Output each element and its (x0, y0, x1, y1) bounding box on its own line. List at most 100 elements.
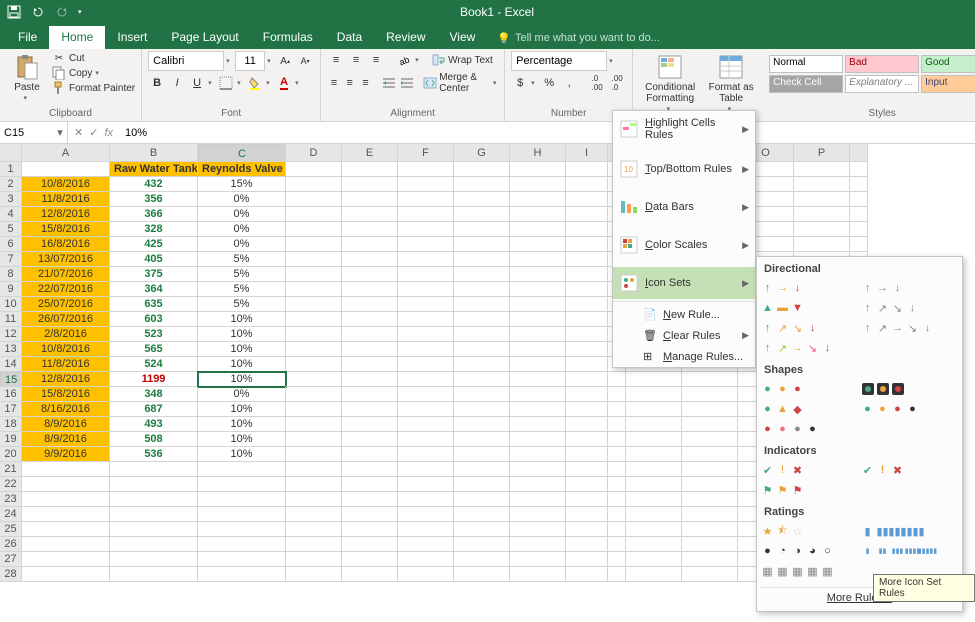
cell[interactable] (286, 297, 342, 312)
cell[interactable] (850, 237, 868, 252)
cell[interactable]: 635 (110, 297, 198, 312)
cell[interactable] (398, 162, 454, 177)
cell[interactable] (110, 552, 198, 567)
cell[interactable] (454, 522, 510, 537)
cell[interactable]: 9/9/2016 (22, 447, 110, 462)
cell[interactable] (286, 462, 342, 477)
cell[interactable]: 565 (110, 342, 198, 357)
iconset-3-traffic-lights[interactable]: ●●● (760, 380, 854, 398)
row-header[interactable]: 17 (0, 402, 22, 417)
cell[interactable]: 366 (110, 207, 198, 222)
underline-button[interactable]: U (188, 74, 206, 92)
select-all-corner[interactable] (0, 144, 22, 162)
cell[interactable] (398, 192, 454, 207)
conditional-formatting-button[interactable]: Conditional Formatting▾ (639, 51, 701, 113)
style-cell-input[interactable]: Input (921, 75, 975, 93)
cell[interactable]: 15/8/2016 (22, 222, 110, 237)
italic-button[interactable]: I (168, 74, 186, 92)
fx-icon[interactable]: fx (104, 127, 113, 139)
cell[interactable]: 8/9/2016 (22, 417, 110, 432)
cf-item-highlight-cells-rules[interactable]: Highlight Cells Rules▶ (613, 111, 755, 147)
cell[interactable] (454, 432, 510, 447)
cell[interactable]: 432 (110, 177, 198, 192)
cell[interactable] (510, 207, 566, 222)
cell[interactable] (510, 492, 566, 507)
cell[interactable] (510, 252, 566, 267)
cell[interactable] (510, 177, 566, 192)
shrink-font-icon[interactable]: A▾ (296, 52, 314, 70)
cell[interactable]: 10% (198, 357, 286, 372)
cell[interactable]: 25/07/2016 (22, 297, 110, 312)
cell[interactable] (566, 327, 608, 342)
cell[interactable] (454, 402, 510, 417)
col-header-F[interactable]: F (398, 144, 454, 162)
cell[interactable] (398, 222, 454, 237)
cell[interactable] (22, 162, 110, 177)
iconset-3-symbols[interactable]: ✔!✖ (860, 461, 954, 479)
cell[interactable] (286, 447, 342, 462)
inc-indent-icon[interactable] (399, 74, 415, 92)
cell[interactable]: 5% (198, 297, 286, 312)
cell[interactable] (342, 192, 398, 207)
col-header-H[interactable]: H (510, 144, 566, 162)
tab-file[interactable]: File (6, 26, 49, 49)
cell[interactable] (22, 492, 110, 507)
row-header[interactable]: 9 (0, 282, 22, 297)
cell[interactable] (608, 537, 626, 552)
cell[interactable] (566, 177, 608, 192)
cell[interactable] (510, 372, 566, 387)
cell[interactable] (454, 327, 510, 342)
row-header[interactable]: 22 (0, 477, 22, 492)
cell[interactable] (342, 537, 398, 552)
row-header[interactable]: 24 (0, 507, 22, 522)
cell[interactable]: 523 (110, 327, 198, 342)
row-header[interactable]: 25 (0, 522, 22, 537)
cell[interactable] (398, 282, 454, 297)
cf-sub-new-rule-[interactable]: 📄New Rule... (613, 304, 755, 325)
number-format-input[interactable] (511, 51, 607, 71)
cell[interactable] (626, 477, 682, 492)
cell[interactable] (510, 387, 566, 402)
iconset-3-arrows-colored[interactable]: ↑→↓ (760, 279, 854, 297)
row-header[interactable]: 23 (0, 492, 22, 507)
cell[interactable] (342, 522, 398, 537)
cell[interactable] (286, 417, 342, 432)
cell[interactable] (682, 402, 738, 417)
cell[interactable] (510, 552, 566, 567)
cell[interactable] (198, 537, 286, 552)
cell[interactable] (510, 417, 566, 432)
percent-button[interactable]: % (540, 74, 558, 92)
cell[interactable]: 10% (198, 402, 286, 417)
formula-input[interactable] (119, 127, 975, 139)
cell[interactable] (566, 552, 608, 567)
cell[interactable] (626, 417, 682, 432)
row-header[interactable]: 12 (0, 327, 22, 342)
style-cell-normal[interactable]: Normal (769, 55, 843, 73)
cell[interactable] (850, 207, 868, 222)
iconset-4-arrows-gray[interactable]: ↑↗↘↓ (860, 299, 954, 317)
cell[interactable]: 1199 (110, 372, 198, 387)
row-header[interactable]: 11 (0, 312, 22, 327)
cell[interactable] (342, 162, 398, 177)
cell[interactable] (198, 477, 286, 492)
cell[interactable] (342, 447, 398, 462)
iconset-4-red-to-black[interactable]: ●●●● (760, 420, 854, 438)
qat-dropdown-icon[interactable]: ▾ (78, 8, 85, 16)
cell[interactable] (398, 522, 454, 537)
cell[interactable] (566, 297, 608, 312)
row-header[interactable]: 7 (0, 252, 22, 267)
cell[interactable] (566, 537, 608, 552)
cf-sub-clear-rules[interactable]: 🗑Clear Rules▶ (613, 325, 755, 346)
tab-view[interactable]: View (438, 26, 488, 49)
iconset-3-stars[interactable]: ★⯪☆ (760, 522, 854, 540)
align-top-icon[interactable]: ≡ (327, 51, 345, 69)
cell[interactable] (608, 387, 626, 402)
format-painter-button[interactable]: Format Painter (52, 81, 135, 95)
cell[interactable]: 15/8/2016 (22, 387, 110, 402)
cell[interactable] (566, 282, 608, 297)
cell[interactable] (398, 372, 454, 387)
cell[interactable] (110, 567, 198, 582)
cell[interactable] (510, 297, 566, 312)
cell[interactable] (286, 357, 342, 372)
cell[interactable] (682, 447, 738, 462)
